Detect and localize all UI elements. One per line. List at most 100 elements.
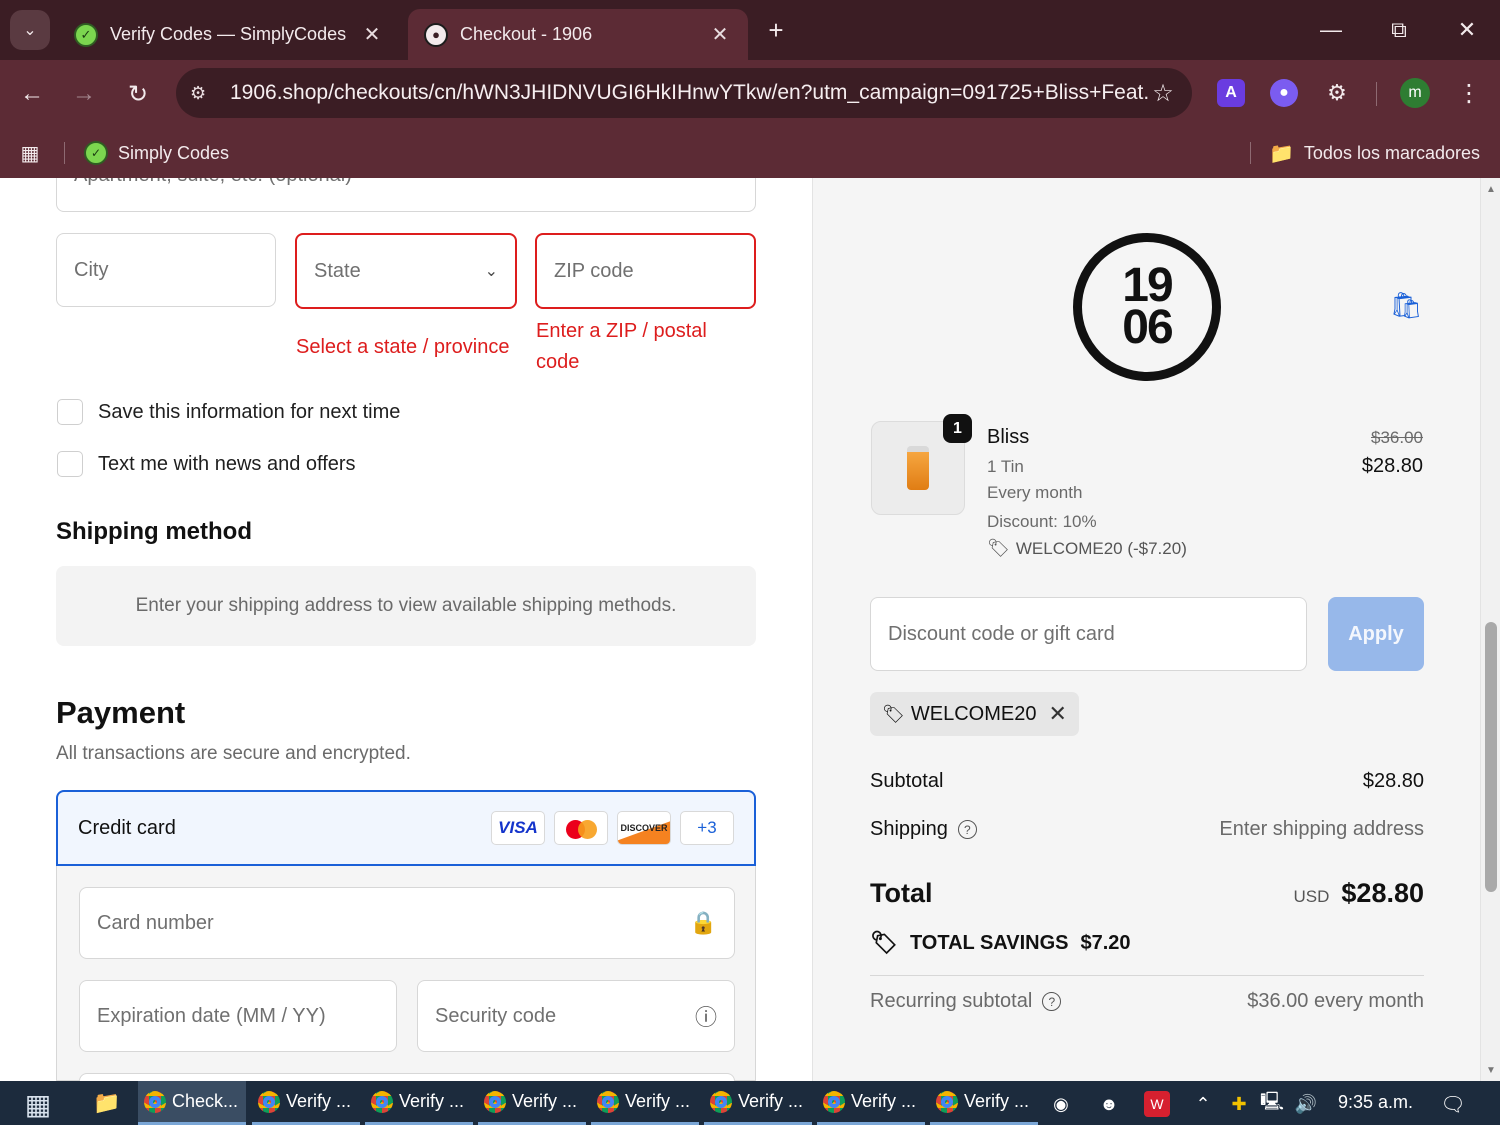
total-savings-row: 🏷 TOTAL SAVINGS $7.20 — [870, 930, 1131, 956]
taskbar-item-verify[interactable]: Verify ... — [817, 1081, 925, 1125]
payment-subtitle: All transactions are secure and encrypte… — [56, 743, 411, 764]
forward-button[interactable]: → — [64, 74, 104, 114]
help-circle-icon[interactable]: ? — [957, 820, 977, 839]
scroll-down-icon[interactable]: ▼ — [1481, 1061, 1500, 1079]
scrollbar-thumb[interactable] — [1485, 622, 1497, 892]
tab-title: Verify Codes — SimplyCodes — [110, 24, 347, 44]
chrome-icon — [597, 1090, 619, 1113]
taskbar-item-verify[interactable]: Verify ... — [704, 1081, 812, 1125]
more-brands-badge[interactable]: +3 — [680, 811, 734, 845]
payment-heading: Payment — [56, 695, 186, 730]
close-tab-icon[interactable]: ✕ — [708, 22, 732, 47]
credit-card-option[interactable]: Credit card VISA DISCOVER +3 — [56, 790, 756, 866]
scroll-up-icon[interactable]: ▲ — [1481, 180, 1500, 198]
extension-purple-icon[interactable]: ● — [1270, 79, 1298, 107]
tin-image — [907, 446, 929, 490]
text-me-row[interactable]: Text me with news and offers — [57, 451, 356, 477]
network-icon[interactable]: 🖳 — [1259, 1091, 1285, 1117]
browser-toolbar: ← → ↻ ⚙ 1906.shop/checkouts/cn/hWN3JHIDN… — [0, 60, 1500, 128]
restore-button[interactable]: ⧉ — [1374, 12, 1424, 48]
reload-button[interactable]: ↻ — [118, 74, 158, 114]
close-window-button[interactable]: ✕ — [1442, 12, 1492, 48]
new-tab-button[interactable]: + — [760, 14, 792, 46]
discount-code-input[interactable]: Discount code or gift card — [870, 597, 1307, 671]
chrome-pinned-icon[interactable]: ◉ — [1048, 1091, 1074, 1117]
expiry-field[interactable]: Expiration date (MM / YY) — [79, 980, 397, 1052]
volume-icon[interactable]: 🔊 — [1293, 1091, 1319, 1117]
bookmarks-divider — [64, 142, 65, 164]
chrome-icon — [936, 1090, 958, 1113]
tray-expand-icon[interactable]: ⌃ — [1190, 1091, 1216, 1117]
site-info-icon[interactable]: ⚙ — [190, 83, 220, 104]
remove-code-icon[interactable]: ✕ — [1048, 701, 1066, 727]
taskbar-item-checkout[interactable]: Check... — [138, 1081, 246, 1125]
chevron-down-icon: ⌄ — [484, 263, 498, 280]
help-circle-icon[interactable]: ? — [1042, 992, 1062, 1011]
back-button[interactable]: ← — [12, 74, 52, 114]
all-bookmarks-button[interactable]: 📁 Todos los marcadores — [1269, 138, 1480, 168]
zip-placeholder: ZIP code — [554, 259, 634, 282]
state-error: Select a state / province — [296, 336, 510, 358]
taskbar-label: Verify ... — [286, 1091, 352, 1111]
profile-avatar[interactable]: m — [1400, 78, 1430, 108]
zip-field[interactable]: ZIP code — [535, 233, 756, 309]
tab-verify-codes[interactable]: ✓ Verify Codes — SimplyCodes ✕ — [58, 9, 400, 60]
security-code-placeholder: Security code — [435, 1004, 557, 1027]
taskbar-item-verify[interactable]: Verify ... — [365, 1081, 473, 1125]
extensions-puzzle-icon[interactable]: ⚙ — [1323, 79, 1351, 107]
address2-field[interactable]: Apartment, suite, etc. (optional) — [56, 178, 756, 212]
taskbar-label: Verify ... — [625, 1091, 691, 1111]
address-bar[interactable]: ⚙ 1906.shop/checkouts/cn/hWN3JHIDNVUGI6H… — [176, 68, 1192, 118]
file-explorer-icon[interactable]: 📁 — [92, 1089, 122, 1117]
city-field[interactable]: City — [56, 233, 276, 307]
state-select[interactable]: State ⌄ — [295, 233, 517, 309]
apps-grid-icon[interactable]: ▦ — [16, 140, 44, 166]
recurring-value: $36.00 every month — [1247, 990, 1424, 1012]
folder-icon: 📁 — [1269, 142, 1294, 165]
office-app-icon[interactable]: W — [1144, 1091, 1170, 1117]
page-scrollbar[interactable]: ▲ ▼ — [1480, 178, 1500, 1081]
windows-taskbar: ▦ 📁 Check... Verify ... Verify ... Verif… — [0, 1081, 1500, 1125]
order-summary: 19 06 🛍 1 Bliss 1 Tin Every month Discou… — [812, 178, 1480, 1081]
apply-discount-button[interactable]: Apply — [1328, 597, 1424, 671]
tab-checkout[interactable]: ● Checkout - 1906 ✕ — [408, 9, 748, 60]
url-text[interactable]: 1906.shop/checkouts/cn/hWN3JHIDNVUGI6HkI… — [230, 81, 1148, 105]
tray-app-icon[interactable]: ✚ — [1226, 1091, 1252, 1117]
summary-divider — [870, 975, 1424, 976]
taskbar-item-verify[interactable]: Verify ... — [252, 1081, 360, 1125]
address2-placeholder: Apartment, suite, etc. (optional) — [74, 178, 352, 187]
tab-title: Checkout - 1906 — [460, 24, 593, 44]
text-me-checkbox[interactable] — [57, 451, 83, 477]
card-number-field[interactable]: Card number 🔒 — [79, 887, 735, 959]
chevron-down-icon: ⌄ — [23, 22, 37, 39]
applied-code-text: WELCOME20 — [910, 702, 1037, 725]
save-info-checkbox[interactable] — [57, 399, 83, 425]
notifications-icon[interactable]: 🗨 — [1440, 1091, 1466, 1117]
name-on-card-field[interactable] — [79, 1073, 735, 1081]
extension-a-icon[interactable]: A — [1217, 79, 1245, 107]
total-value: $28.80 — [1341, 878, 1424, 908]
product-discount: Discount: 10% — [987, 512, 1097, 531]
taskbar-item-verify[interactable]: Verify ... — [478, 1081, 586, 1125]
tab-search-button[interactable]: ⌄ — [10, 10, 50, 50]
save-info-row[interactable]: Save this information for next time — [57, 399, 400, 425]
minimize-button[interactable]: — — [1306, 12, 1356, 48]
quantity-badge: 1 — [943, 414, 972, 443]
bookmark-simply-codes[interactable]: ✓ Simply Codes — [84, 138, 229, 168]
chrome-icon — [823, 1090, 845, 1113]
security-code-field[interactable]: Security code ⓘ — [417, 980, 735, 1052]
taskbar-item-verify[interactable]: Verify ... — [930, 1081, 1038, 1125]
shopping-bag-icon[interactable]: 🛍 — [1390, 289, 1423, 321]
shipping-value: Enter shipping address — [1219, 818, 1424, 840]
emoji-app-icon[interactable]: ☻ — [1096, 1091, 1122, 1117]
currency-code: USD — [1293, 887, 1330, 906]
shipping-placeholder-box: Enter your shipping address to view avai… — [56, 566, 756, 646]
task-view-icon[interactable]: ▦ — [20, 1089, 56, 1120]
credit-card-label: Credit card — [78, 816, 176, 839]
help-circle-icon[interactable]: ⓘ — [695, 1000, 717, 1032]
bookmark-star-icon[interactable]: ☆ — [1148, 79, 1178, 108]
taskbar-item-verify[interactable]: Verify ... — [591, 1081, 699, 1125]
taskbar-clock[interactable]: 9:35 a.m. — [1338, 1092, 1413, 1113]
close-tab-icon[interactable]: ✕ — [360, 22, 384, 47]
more-menu-icon[interactable]: ⋮ — [1455, 78, 1483, 108]
